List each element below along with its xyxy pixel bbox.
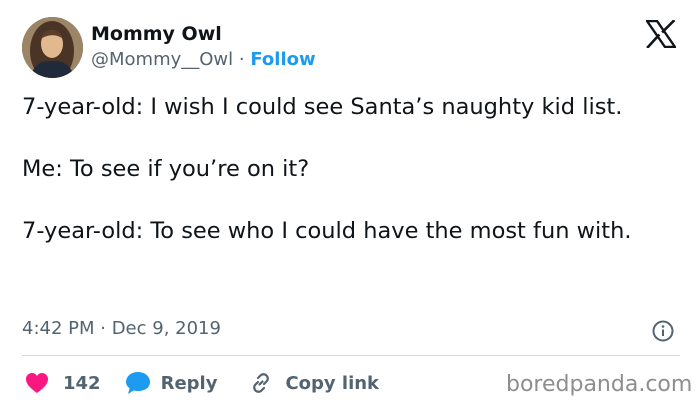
tweet-timestamp[interactable]: 4:42 PM · Dec 9, 2019: [22, 318, 221, 340]
avatar[interactable]: [22, 17, 83, 78]
action-bar: 142 Reply Copy link: [22, 369, 379, 397]
watermark: boredpanda.com: [506, 372, 693, 397]
tweet-paragraph: 7-year-old: To see who I could have the …: [22, 218, 632, 244]
user-handle[interactable]: @Mommy__Owl: [91, 49, 233, 70]
tweet-paragraph: 7-year-old: I wish I could see Santa’s n…: [22, 94, 623, 120]
like-count: 142: [63, 372, 101, 394]
link-icon: [249, 371, 273, 395]
heart-icon: [25, 372, 49, 394]
copy-link-button[interactable]: Copy link: [249, 371, 379, 395]
reply-button[interactable]: Reply: [125, 371, 218, 395]
follow-button[interactable]: Follow: [250, 49, 315, 70]
copy-link-label: Copy link: [285, 372, 380, 394]
reply-label: Reply: [160, 372, 218, 394]
divider: [22, 355, 680, 356]
tweet-text: 7-year-old: I wish I could see Santa’s n…: [22, 92, 682, 247]
speech-bubble-icon: [125, 371, 151, 395]
info-icon[interactable]: [652, 320, 674, 342]
like-button[interactable]: 142: [25, 372, 101, 394]
avatar-image: [22, 17, 83, 78]
display-name[interactable]: Mommy Owl: [91, 22, 222, 46]
tweet-paragraph: Me: To see if you’re on it?: [22, 156, 310, 182]
x-logo-icon[interactable]: [644, 19, 678, 49]
handle-row: @Mommy__Owl · Follow: [91, 48, 316, 72]
handle-separator: ·: [238, 49, 245, 70]
